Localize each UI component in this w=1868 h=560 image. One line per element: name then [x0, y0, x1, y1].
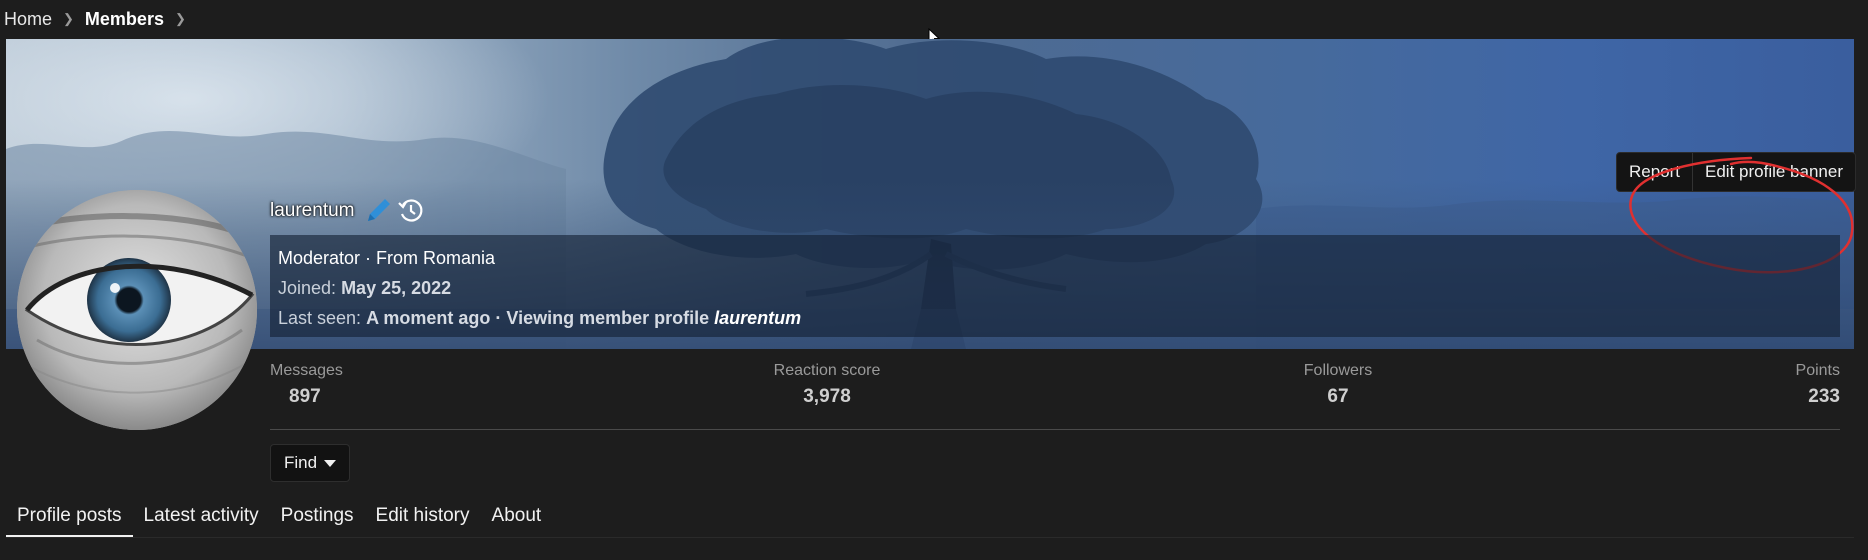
find-label: Find — [283, 453, 318, 472]
last-seen-value: A moment ago · Viewing member profile — [366, 308, 710, 328]
stat-followers[interactable]: Followers 67 — [1298, 360, 1378, 412]
pencil-icon[interactable] — [363, 196, 393, 226]
joined-date: May 25, 2022 — [341, 278, 452, 298]
stat-points[interactable]: Points 233 — [1796, 360, 1840, 412]
history-icon[interactable] — [397, 197, 425, 225]
stat-label: Messages — [270, 362, 343, 379]
stat-value: 897 — [289, 386, 321, 407]
eye-avatar-image — [17, 190, 257, 430]
tab-about[interactable]: About — [481, 496, 553, 538]
stat-label: Followers — [1303, 362, 1373, 379]
last-seen-label: Last seen: — [278, 308, 362, 328]
tab-latest-activity[interactable]: Latest activity — [133, 496, 270, 538]
breadcrumb: Home ❯ Members ❯ — [4, 6, 197, 32]
find-dropdown-button[interactable]: Find — [270, 444, 350, 482]
tab-postings[interactable]: Postings — [270, 496, 365, 538]
member-last-seen: Last seen: A moment ago · Viewing member… — [278, 303, 1832, 333]
member-info-box: Moderator · From Romania Joined: May 25,… — [270, 235, 1840, 337]
caret-down-icon — [324, 459, 337, 467]
tabs-divider — [6, 537, 1854, 538]
tab-edit-history[interactable]: Edit history — [365, 496, 481, 538]
stat-reaction-score[interactable]: Reaction score 3,978 — [767, 360, 887, 412]
chevron-right-icon: ❯ — [174, 11, 186, 26]
joined-label: Joined: — [278, 278, 337, 298]
stat-label: Points — [1795, 362, 1840, 379]
stat-label: Reaction score — [773, 362, 881, 379]
avatar[interactable] — [17, 190, 257, 430]
last-seen-profile-link[interactable]: laurentum — [714, 308, 801, 328]
tab-profile-posts[interactable]: Profile posts — [6, 496, 133, 538]
username[interactable]: laurentum — [270, 200, 355, 222]
breadcrumb-members[interactable]: Members — [85, 9, 164, 30]
stat-value: 3,978 — [803, 386, 851, 407]
stat-value: 233 — [1808, 386, 1840, 407]
breadcrumb-home[interactable]: Home — [4, 9, 52, 30]
stat-value: 67 — [1327, 386, 1349, 407]
profile-tabs: Profile posts Latest activity Postings E… — [6, 496, 552, 538]
member-stats: Messages 897 Reaction score 3,978 Follow… — [270, 360, 1840, 430]
member-joined: Joined: May 25, 2022 — [278, 273, 1832, 303]
username-row: laurentum — [270, 194, 425, 228]
stat-messages[interactable]: Messages 897 — [270, 360, 343, 412]
member-role-location: Moderator · From Romania — [278, 248, 496, 268]
chevron-right-icon: ❯ — [63, 11, 74, 26]
